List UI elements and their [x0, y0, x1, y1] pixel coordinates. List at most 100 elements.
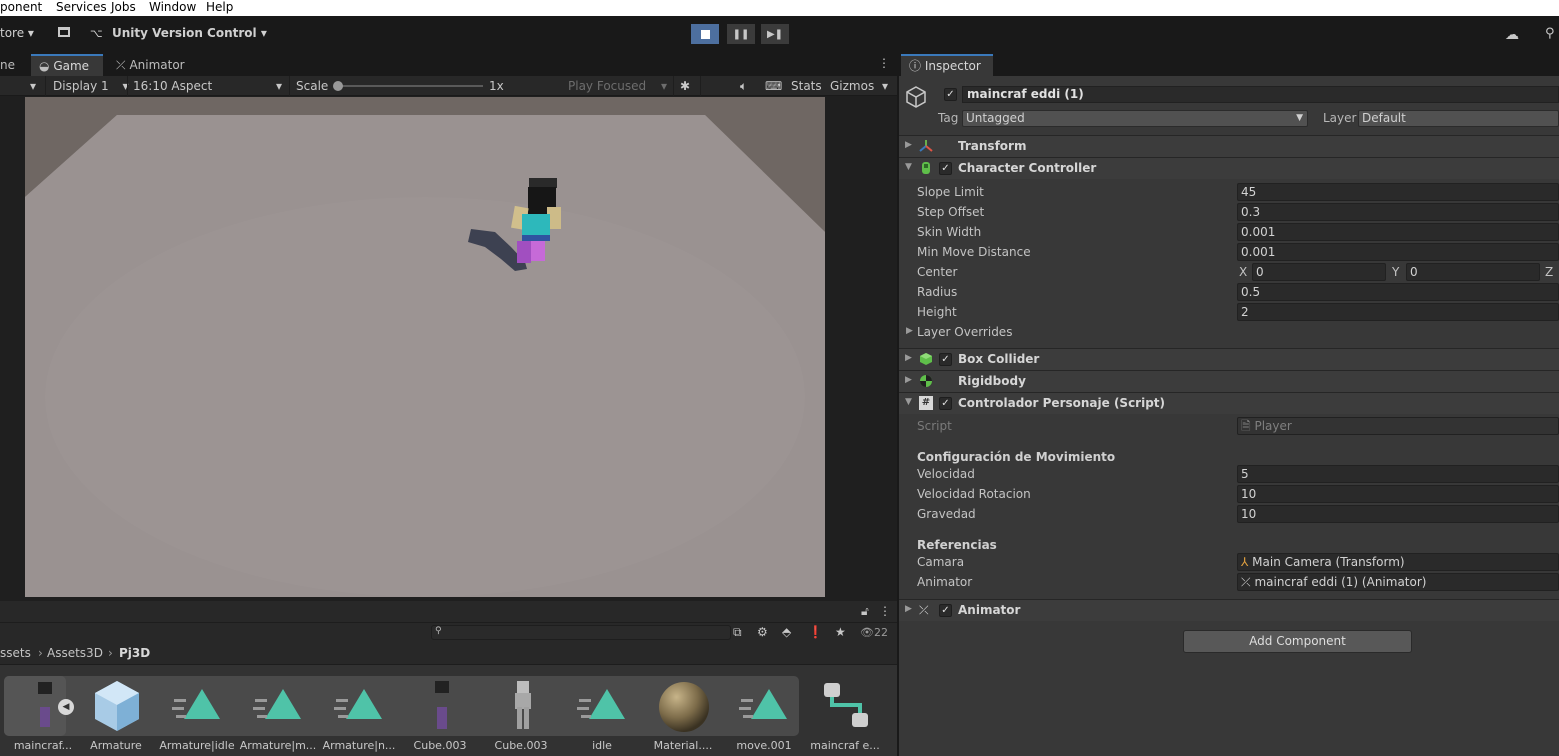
- menu-jobs[interactable]: Jobs: [111, 0, 136, 14]
- gameobject-active-checkbox[interactable]: ✓: [944, 88, 957, 101]
- hidden-count[interactable]: 👁︎22: [860, 626, 888, 639]
- store-dropdown[interactable]: tore ▾: [0, 26, 34, 40]
- add-component-button[interactable]: Add Component: [1183, 630, 1412, 653]
- gameobject-cube-icon[interactable]: [905, 85, 927, 109]
- label-icon[interactable]: ⬘: [782, 625, 791, 639]
- aspect-dropdown[interactable]: 16:10 Aspect: [133, 79, 212, 93]
- velocidad-field[interactable]: 5: [1237, 465, 1559, 483]
- asset-item[interactable]: Armature: [76, 665, 156, 756]
- breadcrumb-assets[interactable]: ssets: [0, 646, 31, 660]
- rigidbody-header[interactable]: ▶ Rigidbody: [899, 370, 1559, 392]
- script-field: 🗎︎ Player: [1237, 417, 1559, 435]
- pause-button[interactable]: ❚❚: [727, 24, 755, 44]
- animator-header[interactable]: ▶ ⤫ ✓ Animator: [899, 599, 1559, 621]
- asset-item[interactable]: Armature|m...: [238, 665, 318, 756]
- tab-scene[interactable]: ne: [0, 54, 23, 76]
- filter-by-type-icon[interactable]: ⚙: [757, 625, 768, 639]
- scale-slider-handle[interactable]: [333, 81, 343, 91]
- expand-arrow-icon[interactable]: ▶: [906, 326, 913, 336]
- character-controller-header[interactable]: ▼ ✓ Character Controller: [899, 157, 1559, 179]
- asset-grid: ◀ maincraf... Armature Armature|idle Arm…: [0, 665, 897, 756]
- audio-icon[interactable]: 🔈︎: [740, 79, 747, 94]
- package-icon[interactable]: [58, 27, 70, 37]
- character-controller-enabled-checkbox[interactable]: ✓: [939, 162, 952, 175]
- breadcrumb-assets3d[interactable]: Assets3D: [47, 646, 103, 660]
- bug-icon[interactable]: ✱: [680, 79, 690, 93]
- box-collider-enabled-checkbox[interactable]: ✓: [939, 353, 952, 366]
- chevron-down-icon: ▼: [1296, 113, 1303, 123]
- material-sphere-icon: [659, 682, 709, 732]
- collapse-arrow-icon: ▼: [905, 162, 912, 172]
- tag-label: Tag: [938, 111, 959, 125]
- camara-field[interactable]: ⅄ Main Camera (Transform): [1237, 553, 1559, 571]
- character-controller-icon: [922, 162, 930, 174]
- tab-game[interactable]: ◒ Game: [31, 54, 103, 76]
- breadcrumb-pj3d[interactable]: Pj3D: [119, 646, 150, 660]
- slope-limit-field[interactable]: 45: [1237, 183, 1559, 201]
- center-label: Center: [917, 265, 958, 279]
- lock-icon[interactable]: 🔓︎: [861, 604, 869, 619]
- favorites-icon[interactable]: ★: [835, 625, 846, 639]
- display-dropdown[interactable]: Display 1 ▾: [53, 79, 129, 93]
- game-tabbar: ne ◒ Game ⤫ Animator ⋮: [0, 52, 897, 76]
- issues-icon[interactable]: ❗: [808, 625, 823, 639]
- gravedad-field[interactable]: 10: [1237, 505, 1559, 523]
- animation-clip-icon: [577, 689, 625, 719]
- layer-overrides-foldout[interactable]: Layer Overrides: [917, 322, 1012, 342]
- animator-enabled-checkbox[interactable]: ✓: [939, 604, 952, 617]
- asset-item[interactable]: Cube.003: [400, 665, 480, 756]
- play-mode-dropdown[interactable]: Play Focused: [568, 79, 646, 93]
- menu-services[interactable]: Services: [56, 0, 107, 14]
- asset-item[interactable]: Material....: [643, 665, 723, 756]
- box-collider-header[interactable]: ▶ ✓ Box Collider: [899, 348, 1559, 370]
- height-field[interactable]: 2: [1237, 303, 1559, 321]
- center-x-field[interactable]: 0: [1252, 263, 1386, 281]
- search-by-type-icon[interactable]: ⧉: [733, 625, 742, 640]
- min-move-distance-field[interactable]: 0.001: [1237, 243, 1559, 261]
- gizmos-button[interactable]: Gizmos: [830, 79, 874, 93]
- stats-button[interactable]: Stats: [791, 79, 822, 93]
- project-more-icon[interactable]: ⋮: [879, 604, 891, 618]
- asset-item[interactable]: idle: [562, 665, 642, 756]
- animator-ref-field[interactable]: ⤫ maincraf eddi (1) (Animator): [1237, 573, 1559, 591]
- account-icon[interactable]: ⚲: [1545, 26, 1555, 41]
- gameobject-name-input[interactable]: maincraf eddi (1): [962, 86, 1559, 103]
- center-y-field[interactable]: 0: [1406, 263, 1540, 281]
- expand-arrow-icon: ▶: [905, 353, 912, 363]
- height-label: Height: [917, 305, 957, 319]
- radius-field[interactable]: 0.5: [1237, 283, 1559, 301]
- menu-help[interactable]: Help: [206, 0, 233, 14]
- keyboard-icon[interactable]: ⌨: [765, 79, 782, 93]
- script-component-header[interactable]: ▼ # ✓ Controlador Personaje (Script): [899, 392, 1559, 414]
- version-control-dropdown[interactable]: Unity Version Control ▾: [112, 26, 267, 40]
- menu-window[interactable]: Window: [149, 0, 196, 14]
- asset-item[interactable]: move.001: [724, 665, 804, 756]
- view-mode-dropdown[interactable]: ▾: [30, 79, 36, 93]
- velocidad-rotacion-field[interactable]: 10: [1237, 485, 1559, 503]
- asset-item[interactable]: maincraf...: [3, 665, 83, 756]
- game-viewport[interactable]: [25, 97, 825, 597]
- tag-dropdown[interactable]: Untagged ▼: [962, 110, 1308, 127]
- menu-component[interactable]: ponent: [0, 0, 42, 14]
- project-search-input[interactable]: ⚲: [431, 625, 731, 640]
- transform-header[interactable]: ▶ Transform: [899, 135, 1559, 157]
- references-section-header: Referencias: [917, 538, 997, 552]
- gizmos-dropdown-icon[interactable]: ▾: [882, 79, 888, 93]
- velocidad-label: Velocidad: [917, 467, 975, 481]
- script-enabled-checkbox[interactable]: ✓: [939, 397, 952, 410]
- asset-item[interactable]: maincraf e...: [805, 665, 885, 756]
- transform-title: Transform: [958, 139, 1027, 153]
- tab-inspector[interactable]: ⓘ Inspector: [901, 54, 993, 76]
- asset-item[interactable]: Armature|n...: [319, 665, 399, 756]
- scale-slider[interactable]: [338, 85, 483, 87]
- tab-animator[interactable]: ⤫ Animator: [108, 54, 193, 76]
- skin-width-field[interactable]: 0.001: [1237, 223, 1559, 241]
- asset-item[interactable]: Armature|idle: [157, 665, 237, 756]
- asset-item[interactable]: Cube.003: [481, 665, 561, 756]
- step-button[interactable]: ▶❚: [761, 24, 789, 44]
- cloud-icon[interactable]: ☁: [1505, 27, 1519, 43]
- play-button[interactable]: [691, 24, 719, 44]
- step-offset-field[interactable]: 0.3: [1237, 203, 1559, 221]
- layer-dropdown[interactable]: Default: [1358, 110, 1559, 127]
- more-options-icon[interactable]: ⋮: [878, 56, 890, 70]
